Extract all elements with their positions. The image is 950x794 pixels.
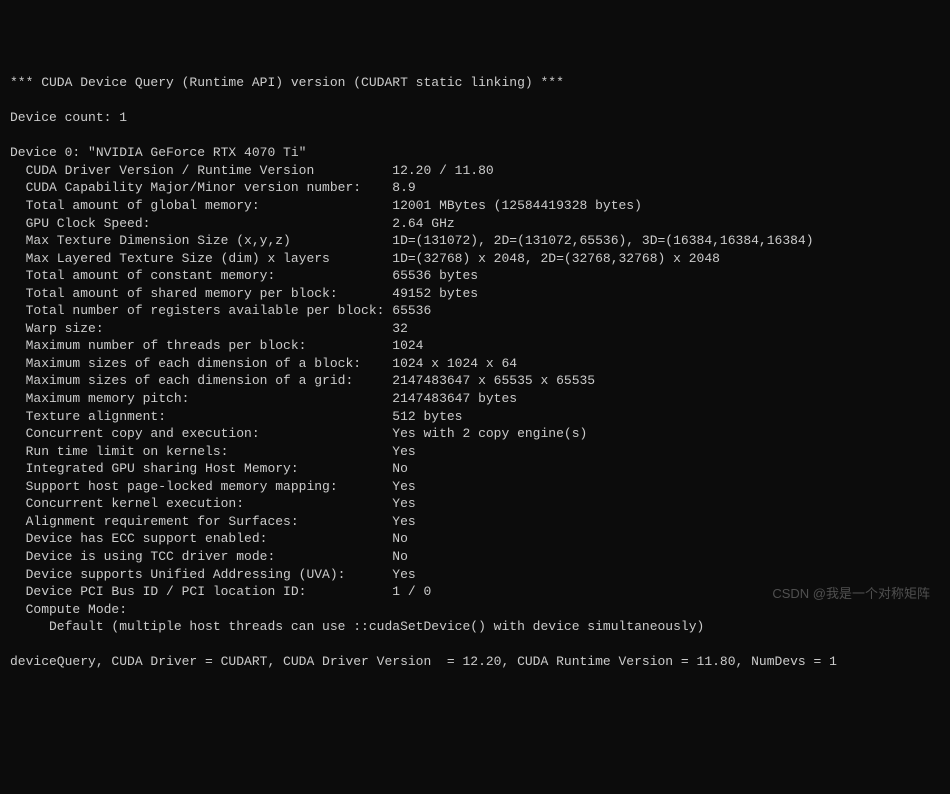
device-prop-line: Total amount of shared memory per block:… (10, 285, 940, 303)
device-prop-line: Warp size: 32 (10, 320, 940, 338)
footer-line: deviceQuery, CUDA Driver = CUDART, CUDA … (10, 653, 940, 671)
device-prop-line: Max Layered Texture Size (dim) x layers … (10, 250, 940, 268)
blank-line (10, 636, 940, 654)
blank-line (10, 127, 940, 145)
device-prop-line: Maximum memory pitch: 2147483647 bytes (10, 390, 940, 408)
device-prop-line: Compute Mode: (10, 601, 940, 619)
device-prop-line: Texture alignment: 512 bytes (10, 408, 940, 426)
device-prop-line: Concurrent copy and execution: Yes with … (10, 425, 940, 443)
device-prop-line: Total number of registers available per … (10, 302, 940, 320)
watermark: CSDN @我是一个对称矩阵 (772, 585, 930, 603)
device-prop-line: Concurrent kernel execution: Yes (10, 495, 940, 513)
device-prop-line: Device has ECC support enabled: No (10, 530, 940, 548)
blank-line (10, 92, 940, 110)
header-line: *** CUDA Device Query (Runtime API) vers… (10, 74, 940, 92)
device-prop-line: GPU Clock Speed: 2.64 GHz (10, 215, 940, 233)
device-prop-line: Total amount of global memory: 12001 MBy… (10, 197, 940, 215)
terminal-output: *** CUDA Device Query (Runtime API) vers… (10, 74, 940, 671)
device-prop-line: CUDA Driver Version / Runtime Version 12… (10, 162, 940, 180)
device-prop-line: Maximum sizes of each dimension of a blo… (10, 355, 940, 373)
device-prop-line: Device supports Unified Addressing (UVA)… (10, 566, 940, 584)
device-prop-line: Alignment requirement for Surfaces: Yes (10, 513, 940, 531)
device-prop-line: Maximum number of threads per block: 102… (10, 337, 940, 355)
device-prop-line: Maximum sizes of each dimension of a gri… (10, 372, 940, 390)
device-prop-line: Integrated GPU sharing Host Memory: No (10, 460, 940, 478)
device-prop-line: Support host page-locked memory mapping:… (10, 478, 940, 496)
device-prop-line: Max Texture Dimension Size (x,y,z) 1D=(1… (10, 232, 940, 250)
device-prop-line: Default (multiple host threads can use :… (10, 618, 940, 636)
device-prop-line: Run time limit on kernels: Yes (10, 443, 940, 461)
device-prop-line: CUDA Capability Major/Minor version numb… (10, 179, 940, 197)
device-prop-line: Total amount of constant memory: 65536 b… (10, 267, 940, 285)
device-count-line: Device count: 1 (10, 109, 940, 127)
device-header-line: Device 0: "NVIDIA GeForce RTX 4070 Ti" (10, 144, 940, 162)
device-prop-line: Device is using TCC driver mode: No (10, 548, 940, 566)
